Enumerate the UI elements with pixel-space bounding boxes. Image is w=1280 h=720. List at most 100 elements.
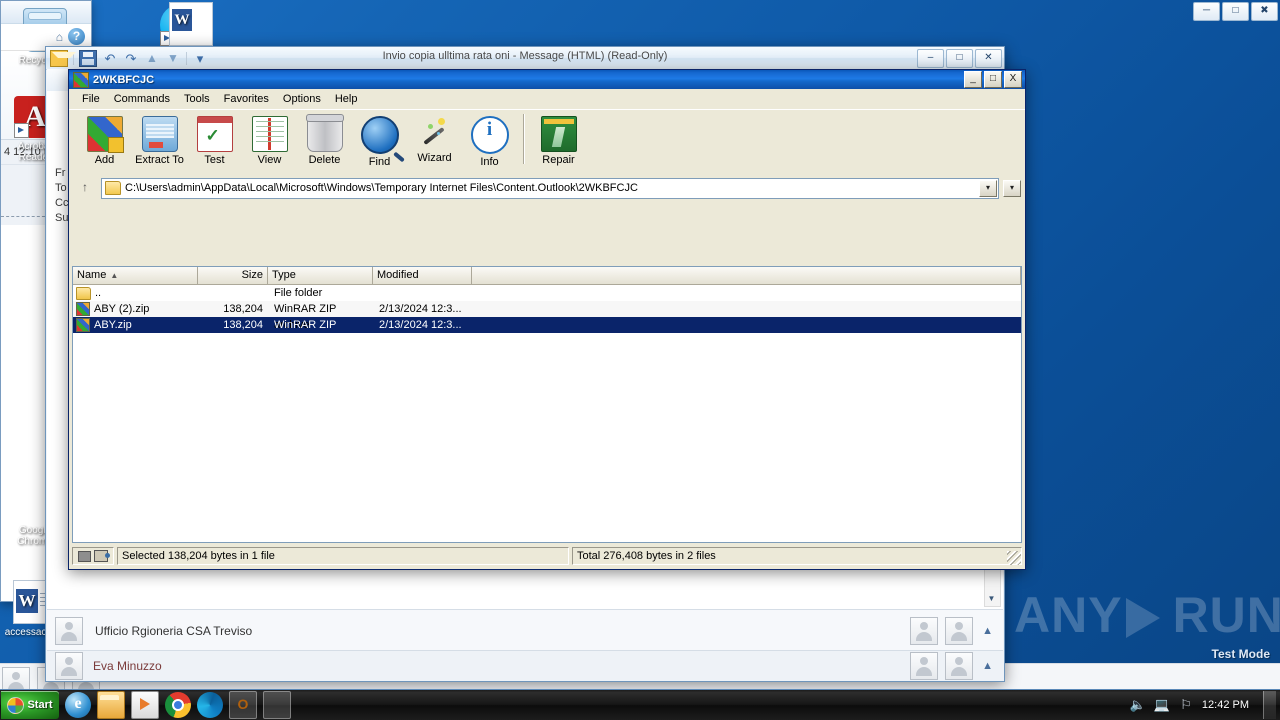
toolbar-button-info[interactable]: Info: [462, 114, 517, 168]
column-header-filler: [472, 267, 1021, 284]
extract-to-icon: [141, 116, 178, 152]
toolbar-button-label: Info: [480, 156, 499, 168]
folder-icon: [105, 181, 121, 195]
menu-item-help[interactable]: Help: [328, 91, 365, 107]
repair-icon: [540, 116, 577, 152]
word-file-icon[interactable]: [158, 2, 224, 49]
shortcut-arrow-icon: [14, 123, 29, 138]
toolbar-button-view[interactable]: View: [242, 114, 297, 166]
avatar: [55, 616, 83, 645]
sender-right-icons: ▲: [908, 614, 997, 648]
toolbar-button-label: Delete: [308, 154, 341, 166]
outlook-maximize-button[interactable]: □: [946, 49, 973, 68]
winrar-titlebar[interactable]: 2WKBFCJC _ □ X: [69, 70, 1025, 89]
clock[interactable]: 12:42 PM: [1202, 699, 1249, 711]
outlook-titlebar[interactable]: ↶ ↷ ▲ ▼ ▾ Invio copia ulltima rata oni -…: [46, 47, 1004, 70]
cell-type: WinRAR ZIP archive: [274, 319, 337, 347]
file-list-rows: .. File folder ABY (2).zip 138,204 WinRAR ZI…: [73, 285, 1021, 347]
archive-status-icon: [78, 550, 91, 562]
taskbar: Start 🔈 💻 ⚐ 12:42 PM: [0, 689, 1280, 720]
outlook-close-button[interactable]: ✕: [975, 49, 1002, 68]
toolbar-button-label: Repair: [542, 154, 575, 166]
start-button[interactable]: Start: [1, 691, 59, 719]
column-header-type[interactable]: Type: [268, 267, 373, 284]
menu-item-tools[interactable]: Tools: [177, 91, 217, 107]
path-text: C:\Users\admin\AppData\Local\Microsoft\W…: [125, 182, 638, 194]
taskbar-google-chrome[interactable]: [165, 692, 191, 718]
people-pane-right: ▲: [908, 649, 997, 683]
column-header-size[interactable]: Size: [198, 267, 268, 284]
toolbar-button-wizard[interactable]: Wizard: [407, 114, 462, 164]
winrar-window[interactable]: 2WKBFCJC _ □ X File Commands Tools Favorite…: [68, 69, 1026, 570]
play-triangle-icon: [1125, 598, 1170, 638]
field-label-to: To: [55, 182, 67, 194]
toolbar-button-delete[interactable]: Delete: [297, 114, 352, 166]
collapse-people-pane-icon[interactable]: ▲: [978, 625, 997, 637]
chevron-down-icon[interactable]: ▾: [979, 179, 997, 197]
taskbar-edge[interactable]: [197, 692, 223, 718]
start-label: Start: [27, 699, 53, 711]
sender-name: Ufficio Rgioneria CSA Treviso: [95, 623, 253, 638]
scroll-down-icon[interactable]: ▼: [986, 594, 997, 605]
help-icon[interactable]: ?: [68, 28, 85, 45]
status-icons: [72, 547, 114, 565]
key-status-icon: [94, 550, 110, 562]
cell-modified: [373, 285, 472, 301]
system-tray: 🔈 💻 ⚐ 12:42 PM: [1130, 691, 1280, 719]
winrar-title: 2WKBFCJC: [93, 73, 155, 86]
show-desktop-button[interactable]: [1263, 691, 1276, 719]
home-icon[interactable]: ⌂: [56, 30, 63, 44]
winrar-toolbar: Add Extract To Test View Delete Find Wizard Inf…: [69, 109, 1025, 176]
avatar: [55, 651, 83, 680]
taskbar-outlook[interactable]: [229, 691, 257, 719]
avatar: [910, 651, 939, 680]
toolbar-button-repair[interactable]: Repair: [531, 114, 586, 166]
expand-people-pane-icon[interactable]: ▲: [978, 660, 997, 672]
cell-name: ABY (2).zip: [73, 301, 198, 317]
taskbar-windows-explorer[interactable]: [97, 691, 125, 719]
test-icon: [196, 116, 233, 152]
winrar-close-button[interactable]: X: [1004, 71, 1022, 88]
cell-name-text: ..: [95, 287, 102, 299]
cell-name: ABY.zip: [73, 317, 198, 333]
taskbar-winrar[interactable]: [263, 691, 291, 719]
toolbar-button-label: Wizard: [417, 152, 452, 164]
toolbar-button-find[interactable]: Find: [352, 114, 407, 168]
toolbar-button-test[interactable]: Test: [187, 114, 242, 166]
cell-modified: 2/13/2024 12:3...: [379, 303, 462, 315]
network-icon[interactable]: 💻: [1154, 697, 1170, 713]
action-center-flag-icon[interactable]: ⚐: [1178, 697, 1194, 713]
up-one-level-button[interactable]: ↑: [73, 177, 97, 199]
winrar-minimize-button[interactable]: _: [964, 71, 982, 88]
winrar-file-list[interactable]: Name ▲ Size Type Modified .. File folder ABY (…: [72, 266, 1022, 543]
path-combobox[interactable]: C:\Users\admin\AppData\Local\Microsoft\W…: [101, 177, 999, 199]
cell-type: File folder: [274, 287, 323, 299]
menu-item-commands[interactable]: Commands: [107, 91, 177, 107]
cell-modified: 2/13/2024 12:3...: [379, 319, 462, 331]
toolbar-button-add[interactable]: Add: [77, 114, 132, 166]
table-row[interactable]: ABY (2).zip 138,204 WinRAR ZIP archive 2/13…: [73, 301, 1021, 331]
table-row[interactable]: .. File folder: [73, 285, 1021, 301]
view-options-button[interactable]: ▾: [1003, 179, 1021, 197]
winrar-maximize-button[interactable]: □: [984, 71, 1002, 88]
column-header-modified[interactable]: Modified: [373, 267, 472, 284]
column-header-name[interactable]: Name ▲: [73, 267, 198, 284]
menu-item-options[interactable]: Options: [276, 91, 328, 107]
taskbar-items: [59, 691, 291, 719]
test-mode-line1: Test Mode: [1211, 647, 1270, 661]
word-file-icon-glyph: [169, 2, 213, 46]
cell-size: 138,204: [223, 319, 263, 331]
status-total-text: Total 276,408 bytes in 2 files: [572, 547, 1022, 565]
resize-grip[interactable]: [1007, 551, 1021, 565]
status-selected-text: Selected 138,204 bytes in 1 file: [117, 547, 569, 565]
toolbar-button-extract-to[interactable]: Extract To: [132, 114, 187, 166]
taskbar-media-player[interactable]: [131, 691, 159, 719]
outlook-minimize-button[interactable]: –: [917, 49, 944, 68]
table-row[interactable]: ABY.zip 138,204 WinRAR ZIP archive 2/13/202…: [73, 317, 1021, 347]
taskbar-internet-explorer[interactable]: [65, 692, 91, 718]
menu-item-file[interactable]: File: [75, 91, 107, 107]
field-label-from: Fr: [55, 167, 66, 179]
menu-item-favorites[interactable]: Favorites: [217, 91, 276, 107]
volume-icon[interactable]: 🔈: [1130, 697, 1146, 713]
field-label-subject: Su: [55, 212, 69, 224]
